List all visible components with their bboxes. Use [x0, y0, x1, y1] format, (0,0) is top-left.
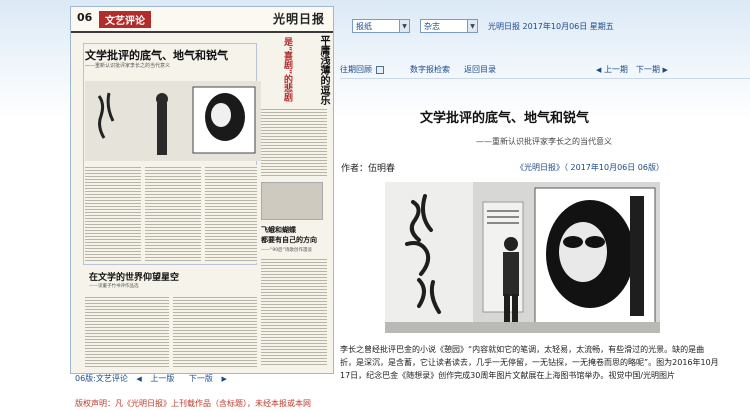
newspaper-world-title[interactable]: 在文学的世界仰望星空	[89, 270, 179, 283]
article-source: 《光明日报》（ 2017年10月06日 06版）	[516, 163, 664, 172]
archive-link[interactable]: 往期回顾	[340, 64, 384, 75]
prev-page-label: 上一版	[150, 374, 175, 383]
newspaper-text-column	[173, 295, 257, 369]
publication-selector: 报纸 ▼ 杂志 ▼ 光明日报 2017年10月06日 星期五	[352, 18, 614, 34]
triangle-right-icon: ▶	[221, 375, 227, 383]
newspaper-text-column	[85, 295, 169, 369]
paper-select-value: 报纸	[356, 21, 372, 31]
article-title: 文学批评的底气、地气和锐气	[420, 111, 590, 126]
page-navigation: 06版:文艺评论 ◀ 上一版 下一版 ▶	[75, 373, 239, 387]
page-background: 06 文艺评论 光明日报 文学批评的底气、地气和锐气 ——重新认识批评家李长之的…	[0, 0, 750, 411]
newspaper-side-title-red[interactable]: 是“喜剧”的悲剧	[276, 37, 294, 101]
newspaper-feiye-subtitle: ——“90后”诗歌创作漫谈	[261, 248, 312, 253]
newspaper-section-label: 文艺评论	[99, 11, 151, 28]
copyright-notice: 版权声明：凡《光明日报》上刊载作品（含标题），未经本报或本网	[75, 399, 311, 408]
prev-issue-link[interactable]: ◀ 上一期	[596, 64, 628, 75]
prev-page-link[interactable]: ◀ 上一版	[136, 373, 180, 384]
triangle-left-icon: ◀	[136, 375, 142, 383]
page-label: 06版:文艺评论	[75, 374, 128, 383]
next-issue-label: 下一期	[636, 65, 660, 74]
article-caption: 李长之曾经批评巴金的小说《憩园》“内容就如它的笔调，太轻易，太流畅，有些滑过的光…	[340, 345, 719, 380]
newspaper-world-subtitle: ——读董子竹书评作品选	[89, 284, 139, 289]
newspaper-page-number: 06	[77, 11, 93, 24]
divider	[340, 78, 750, 79]
newspaper-main-title[interactable]: 文学批评的底气、地气和锐气	[85, 47, 228, 63]
triangle-right-icon: ▶	[662, 66, 668, 74]
newspaper-page-thumbnail[interactable]: 06 文艺评论 光明日报 文学批评的底气、地气和锐气 ——重新认识批评家李长之的…	[70, 6, 334, 374]
newspaper-feiye-title-text: 飞蛾和蝴蝶 都要有自己的方向	[261, 225, 317, 244]
calendar-icon	[375, 65, 384, 74]
issue-date: 光明日报 2017年10月06日 星期五	[488, 21, 614, 31]
newspaper-photo	[85, 81, 261, 161]
newspaper-small-photo	[261, 182, 323, 220]
newspaper-side-title[interactable]: 平庸浅薄的逗乐	[293, 35, 329, 105]
back-to-list-link[interactable]: 返回目录	[464, 64, 496, 75]
archive-label: 往期回顾	[340, 65, 372, 74]
newspaper-text-column	[145, 165, 201, 263]
article-subtitle: ——重新认识批评家李长之的当代意义	[476, 137, 612, 146]
magazine-select[interactable]: 杂志 ▼	[420, 19, 478, 33]
newspaper-logo: 光明日报	[272, 12, 325, 26]
newspaper-text-column	[261, 107, 327, 177]
newspaper-text-column	[261, 257, 327, 367]
chevron-down-icon: ▼	[399, 20, 409, 32]
next-page-link[interactable]: 下一版 ▶	[189, 373, 233, 384]
newspaper-header: 06 文艺评论 光明日报	[71, 7, 333, 33]
next-issue-link[interactable]: 下一期 ▶	[636, 64, 668, 75]
digital-search-link[interactable]: 数字报检索	[410, 64, 450, 75]
newspaper-feiye-title[interactable]: 飞蛾和蝴蝶 都要有自己的方向	[261, 225, 317, 245]
newspaper-text-column	[205, 165, 257, 263]
toolbar: 往期回顾 数字报检索 返回目录 ◀ 上一期 下一期 ▶	[338, 62, 750, 78]
paper-select[interactable]: 报纸 ▼	[352, 19, 410, 33]
article-photo	[385, 182, 660, 333]
chevron-down-icon: ▼	[467, 20, 477, 32]
magazine-select-value: 杂志	[424, 21, 440, 31]
prev-issue-label: 上一期	[603, 65, 628, 74]
article-author: 作者：伍明春	[341, 164, 396, 174]
next-page-label: 下一版	[188, 374, 213, 383]
triangle-left-icon: ◀	[596, 66, 602, 74]
newspaper-main-subtitle: ——重新认识批评家李长之的当代意义	[85, 63, 171, 69]
newspaper-text-column	[85, 165, 141, 263]
